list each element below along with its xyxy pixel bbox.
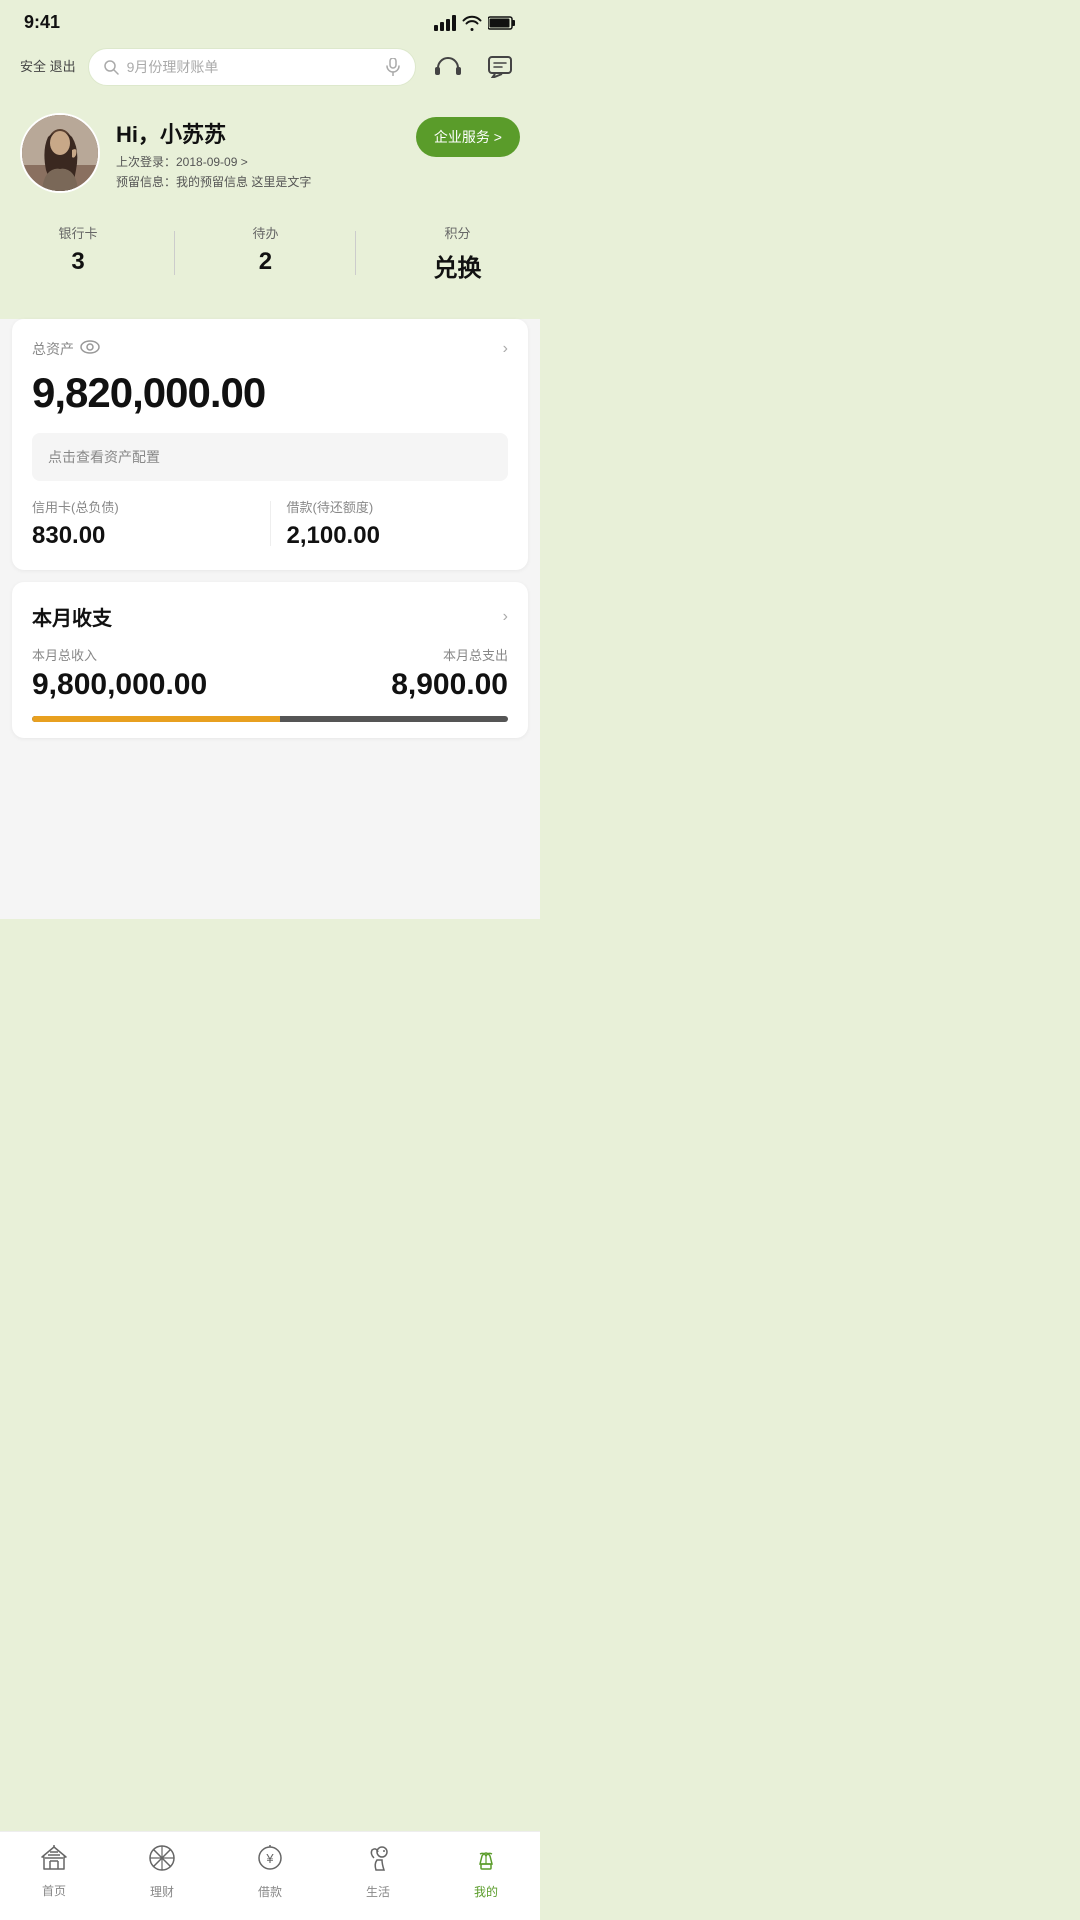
- microphone-icon[interactable]: [385, 58, 401, 76]
- enterprise-service-button[interactable]: 企业服务 >: [416, 117, 520, 157]
- profile-name: Hi，小苏苏: [116, 117, 311, 149]
- nav-finance[interactable]: 理财: [122, 1844, 202, 1900]
- debt-row: 信用卡(总负债) 830.00 借款(待还额度) 2,100.00: [32, 497, 508, 550]
- status-time: 9:41: [24, 12, 60, 33]
- status-bar: 9:41: [0, 0, 540, 39]
- asset-amount: 9,820,000.00: [32, 369, 508, 417]
- asset-title: 总资产: [32, 339, 100, 359]
- svg-text:¥: ¥: [265, 1851, 274, 1866]
- stat-points[interactable]: 积分 兑换: [433, 223, 481, 283]
- search-placeholder: 9月份理财账单: [127, 57, 377, 77]
- monthly-income: 本月总收入 9,800,000.00: [32, 645, 207, 702]
- monthly-expense: 本月总支出 8,900.00: [391, 645, 508, 702]
- profile-info: Hi，小苏苏 上次登录：2018-09-09 > 预留信息：我的预留信息 这里是…: [116, 117, 311, 190]
- nav-life-label: 生活: [366, 1883, 390, 1900]
- eye-icon[interactable]: [80, 340, 100, 359]
- monthly-card: 本月收支 › 本月总收入 9,800,000.00 本月总支出 8,900.00: [12, 582, 528, 738]
- safe-exit-button[interactable]: 安全 退出: [20, 58, 76, 76]
- profile-section: Hi，小苏苏 上次登录：2018-09-09 > 预留信息：我的预留信息 这里是…: [0, 103, 540, 213]
- mine-icon: [472, 1844, 500, 1879]
- search-bar[interactable]: 9月份理财账单: [88, 48, 416, 86]
- header: 安全 退出 9月份理财账单: [0, 39, 540, 103]
- monthly-expense-amount: 8,900.00: [391, 668, 508, 702]
- monthly-income-label: 本月总收入: [32, 645, 207, 664]
- credit-card-amount: 830.00: [32, 522, 254, 550]
- home-icon: [40, 1845, 68, 1878]
- monthly-title: 本月收支: [32, 602, 112, 631]
- wifi-icon: [462, 15, 482, 31]
- nav-home[interactable]: 首页: [14, 1845, 94, 1899]
- monthly-progress-bar: [32, 716, 508, 722]
- avatar[interactable]: [20, 113, 100, 193]
- monthly-chevron-icon[interactable]: ›: [503, 608, 508, 626]
- signal-icon: [434, 15, 456, 31]
- asset-config-bar[interactable]: 点击查看资产配置: [32, 433, 508, 481]
- nav-life[interactable]: 生活: [338, 1844, 418, 1900]
- stat-pending-value: 2: [252, 248, 278, 276]
- stat-points-value: 兑换: [433, 248, 481, 283]
- credit-card-debt[interactable]: 信用卡(总负债) 830.00: [32, 497, 254, 550]
- nav-mine[interactable]: 我的: [446, 1844, 526, 1900]
- nav-home-label: 首页: [42, 1882, 66, 1899]
- asset-chevron-icon[interactable]: ›: [503, 340, 508, 358]
- monthly-income-amount: 9,800,000.00: [32, 668, 207, 702]
- loan-label: 借款(待还额度): [287, 497, 509, 516]
- nav-finance-label: 理财: [150, 1883, 174, 1900]
- asset-title-row: 总资产 ›: [32, 339, 508, 359]
- status-icons: [434, 15, 516, 31]
- stats-row: 银行卡 3 待办 2 积分 兑换: [0, 213, 540, 307]
- life-icon: [364, 1844, 392, 1879]
- loan-debt[interactable]: 借款(待还额度) 2,100.00: [287, 497, 509, 550]
- nav-mine-label: 我的: [474, 1883, 498, 1900]
- stat-bank-card-value: 3: [58, 248, 97, 276]
- message-icon[interactable]: [480, 47, 520, 87]
- monthly-title-row: 本月收支 ›: [32, 602, 508, 631]
- profile-last-login[interactable]: 上次登录：2018-09-09 >: [116, 153, 311, 170]
- stat-bank-card[interactable]: 银行卡 3: [58, 223, 97, 283]
- stat-points-label: 积分: [433, 223, 481, 242]
- finance-icon: [148, 1844, 176, 1879]
- monthly-amounts: 本月总收入 9,800,000.00 本月总支出 8,900.00: [32, 645, 508, 702]
- headphone-icon[interactable]: [428, 47, 468, 87]
- stat-bank-card-label: 银行卡: [58, 223, 97, 242]
- search-icon: [103, 59, 119, 75]
- monthly-expense-label: 本月总支出: [391, 645, 508, 664]
- profile-reserved: 预留信息：我的预留信息 这里是文字: [116, 173, 311, 190]
- battery-icon: [488, 15, 516, 31]
- loan-amount: 2,100.00: [287, 522, 509, 550]
- bottom-navigation: 首页 理财 ¥ 借款: [0, 1831, 540, 1920]
- loan-icon: ¥: [256, 1844, 284, 1879]
- main-content: 总资产 › 9,820,000.00 点击查看资产配置 信用卡(总负债) 830…: [0, 319, 540, 919]
- stat-pending-label: 待办: [252, 223, 278, 242]
- stat-pending[interactable]: 待办 2: [252, 223, 278, 283]
- nav-loan-label: 借款: [258, 1883, 282, 1900]
- progress-bar-income: [32, 716, 280, 722]
- credit-card-label: 信用卡(总负债): [32, 497, 254, 516]
- asset-card: 总资产 › 9,820,000.00 点击查看资产配置 信用卡(总负债) 830…: [12, 319, 528, 570]
- nav-loan[interactable]: ¥ 借款: [230, 1844, 310, 1900]
